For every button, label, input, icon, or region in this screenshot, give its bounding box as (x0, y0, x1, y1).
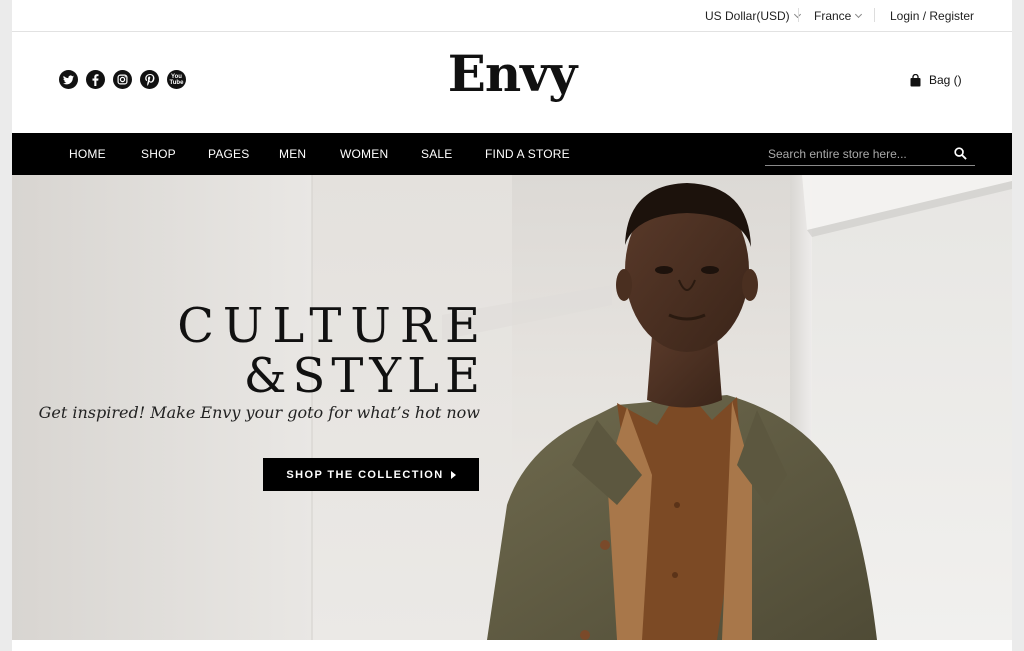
chevron-down-icon (855, 10, 863, 18)
divider (874, 8, 875, 22)
headline-line-2: &STYLE (243, 348, 486, 404)
nav-item-sale[interactable]: SALE (421, 133, 453, 175)
divider (798, 8, 799, 22)
currency-label: US Dollar(USD) (705, 8, 790, 23)
search-icon[interactable] (954, 147, 967, 160)
nav-item-shop[interactable]: SHOP (141, 133, 176, 175)
country-label: France (814, 8, 852, 23)
country-selector[interactable]: France (814, 0, 863, 31)
utility-bar: US Dollar(USD) France Login / Register (12, 0, 1012, 32)
nav-item-pages[interactable]: PAGES (208, 133, 249, 175)
arrow-right-icon (450, 470, 456, 479)
nav-item-home[interactable]: HOME (69, 133, 106, 175)
currency-selector[interactable]: US Dollar(USD) (705, 0, 801, 31)
hero-model-image (487, 183, 877, 640)
hero-banner: CULTURE &STYLE Get inspired! Make Envy y… (12, 175, 1012, 640)
cta-label: SHOP THE COLLECTION (286, 468, 444, 481)
search-box (765, 143, 975, 166)
site-header: You Tube Envy Bag () (12, 32, 1012, 133)
headline-line-1: CULTURE (177, 298, 489, 354)
shopping-bag-button[interactable]: Bag () (910, 73, 962, 87)
page-bottom (12, 640, 1012, 651)
nav-item-men[interactable]: MEN (279, 133, 306, 175)
page: US Dollar(USD) France Login / Register Y… (12, 0, 1012, 651)
shop-collection-button[interactable]: SHOP THE COLLECTION (263, 458, 479, 491)
site-logo[interactable]: Envy (12, 44, 1012, 103)
search-input[interactable] (768, 143, 943, 165)
nav-item-women[interactable]: WOMEN (340, 133, 388, 175)
bag-icon (910, 73, 921, 86)
login-register-link[interactable]: Login / Register (890, 0, 974, 31)
main-navigation: HOME SHOP PAGES MEN WOMEN SALE FIND A ST… (12, 133, 1012, 175)
hero-tagline: Get inspired! Make Envy your goto for wh… (38, 403, 480, 422)
bag-label: Bag () (929, 73, 962, 87)
hero-headline: CULTURE &STYLE (177, 301, 480, 401)
nav-item-find-a-store[interactable]: FIND A STORE (485, 133, 570, 175)
